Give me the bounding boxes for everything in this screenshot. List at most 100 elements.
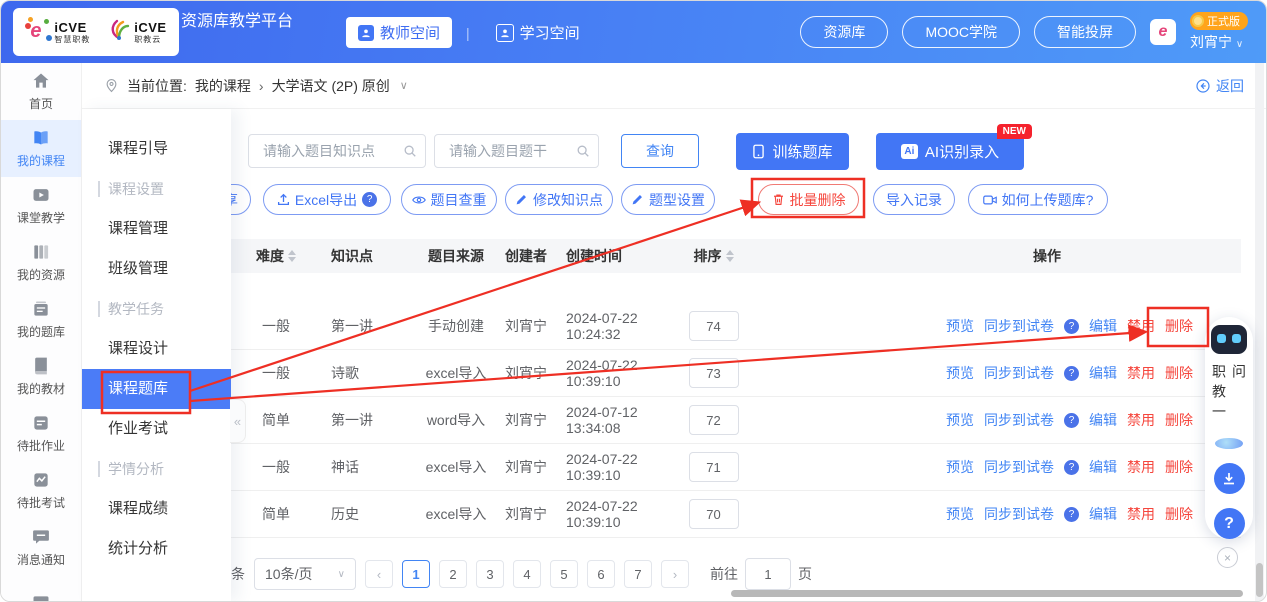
sidebar-item-pending-homework[interactable]: 待批作业 (1, 405, 81, 462)
assistant-label[interactable]: 职教一问 (1209, 364, 1249, 434)
sidebar-item-my-courses[interactable]: 我的课程 (1, 120, 81, 177)
sidebar-item-classroom-teaching[interactable]: 课堂教学 (1, 177, 81, 234)
help-button[interactable]: ? (1214, 508, 1245, 539)
sidebar-item-messages[interactable]: 消息通知 (1, 519, 81, 576)
next-page-button[interactable]: › (661, 560, 689, 588)
panel-collapse-handle[interactable]: « (230, 399, 246, 443)
submenu-course-grades[interactable]: 课程成绩 (82, 489, 231, 529)
nav-learning-space[interactable]: 学习空间 (484, 17, 592, 48)
vertical-scrollbar-track[interactable] (1255, 63, 1264, 601)
breadcrumb-parent[interactable]: 我的课程 (195, 76, 251, 96)
delete-link[interactable]: 删除 (1165, 457, 1193, 477)
query-button[interactable]: 查询 (621, 134, 699, 168)
mooc-button[interactable]: MOOC学院 (902, 16, 1020, 48)
train-bank-button[interactable]: 训练题库 (736, 133, 849, 170)
order-input[interactable] (689, 311, 739, 341)
submenu-course-design[interactable]: 课程设计 (82, 329, 231, 369)
disable-link[interactable]: 禁用 (1127, 504, 1155, 524)
order-input[interactable] (689, 358, 739, 388)
user-menu[interactable]: 刘宵宁 ∨ (1190, 32, 1243, 52)
stem-search-input[interactable] (447, 142, 576, 160)
disable-link[interactable]: 禁用 (1127, 457, 1155, 477)
preview-link[interactable]: 预览 (946, 316, 974, 336)
resource-lib-button[interactable]: 资源库 (800, 16, 888, 48)
delete-link[interactable]: 删除 (1165, 363, 1193, 383)
col-difficulty[interactable]: 难度 (231, 246, 321, 266)
submenu-class-management[interactable]: 班级管理 (82, 249, 231, 289)
edit-link[interactable]: 编辑 (1089, 457, 1117, 477)
chevron-down-icon[interactable]: ∨ (400, 79, 408, 92)
submenu-course-guide[interactable]: 课程引导 (82, 129, 231, 169)
submenu-statistics[interactable]: 统计分析 (82, 529, 231, 569)
sync-to-paper-link[interactable]: 同步到试卷 (984, 316, 1054, 336)
how-upload-button[interactable]: 如何上传题库? (968, 184, 1108, 215)
order-input[interactable] (689, 452, 739, 482)
sidebar-item-my-question-bank[interactable]: 我的题库 (1, 291, 81, 348)
col-order[interactable]: 排序 (686, 246, 741, 266)
nav-teacher-space[interactable]: 教师空间 (346, 17, 452, 48)
submenu-course-question-bank[interactable]: 课程题库 (82, 369, 231, 409)
sort-icon[interactable] (288, 250, 296, 262)
help-icon[interactable]: ? (1064, 460, 1079, 475)
page-button-2[interactable]: 2 (439, 560, 467, 588)
download-button[interactable] (1214, 463, 1245, 494)
delete-link[interactable]: 删除 (1165, 316, 1193, 336)
back-button[interactable]: 返回 (1195, 76, 1244, 96)
robot-icon[interactable] (1211, 325, 1247, 354)
page-button-7[interactable]: 7 (624, 560, 652, 588)
sidebar-item-home[interactable]: 首页 (1, 63, 81, 120)
excel-export-button[interactable]: Excel导出 ? (263, 184, 391, 215)
page-button-4[interactable]: 4 (513, 560, 541, 588)
edit-link[interactable]: 编辑 (1089, 410, 1117, 430)
dup-check-button[interactable]: 题目查重 (401, 184, 497, 215)
sort-icon[interactable] (726, 250, 734, 262)
preview-link[interactable]: 预览 (946, 410, 974, 430)
submenu-homework-exam[interactable]: 作业考试 (82, 409, 231, 449)
preview-link[interactable]: 预览 (946, 363, 974, 383)
help-icon[interactable]: ? (362, 192, 377, 207)
sidebar-item-pending-exams[interactable]: 待批考试 (1, 462, 81, 519)
page-button-6[interactable]: 6 (587, 560, 615, 588)
vertical-scrollbar-thumb[interactable] (1256, 563, 1263, 597)
preview-link[interactable]: 预览 (946, 504, 974, 524)
sync-to-paper-link[interactable]: 同步到试卷 (984, 504, 1054, 524)
disable-link[interactable]: 禁用 (1127, 316, 1155, 336)
user-avatar[interactable]: e (1150, 19, 1176, 45)
order-input[interactable] (689, 405, 739, 435)
preview-link[interactable]: 预览 (946, 457, 974, 477)
help-icon[interactable]: ? (1064, 507, 1079, 522)
knowledge-search-input[interactable] (261, 142, 403, 160)
sync-to-paper-link[interactable]: 同步到试卷 (984, 457, 1054, 477)
edit-knowledge-button[interactable]: 修改知识点 (505, 184, 613, 215)
edit-link[interactable]: 编辑 (1089, 316, 1117, 336)
import-record-button[interactable]: 导入记录 (873, 184, 955, 215)
help-icon[interactable]: ? (1064, 319, 1079, 334)
delete-link[interactable]: 删除 (1165, 504, 1193, 524)
ai-input-button[interactable]: Ai AI识别录入 NEW (876, 133, 1024, 170)
type-setting-button[interactable]: 题型设置 (621, 184, 715, 215)
breadcrumb-current-course[interactable]: 大学语文 (2P) 原创 (272, 76, 390, 96)
sync-to-paper-link[interactable]: 同步到试卷 (984, 410, 1054, 430)
page-button-1[interactable]: 1 (402, 560, 430, 588)
sidebar-item-my-resources[interactable]: 我的资源 (1, 234, 81, 291)
page-size-select[interactable]: 10条/页∨ (254, 558, 356, 590)
horizontal-scrollbar[interactable] (731, 590, 1243, 597)
help-icon[interactable]: ? (1064, 413, 1079, 428)
edit-link[interactable]: 编辑 (1089, 363, 1117, 383)
sync-to-paper-link[interactable]: 同步到试卷 (984, 363, 1054, 383)
page-button-5[interactable]: 5 (550, 560, 578, 588)
submenu-course-management[interactable]: 课程管理 (82, 209, 231, 249)
help-icon[interactable]: ? (1064, 366, 1079, 381)
page-button-3[interactable]: 3 (476, 560, 504, 588)
order-input[interactable] (689, 499, 739, 529)
edit-link[interactable]: 编辑 (1089, 504, 1117, 524)
delete-link[interactable]: 删除 (1165, 410, 1193, 430)
disable-link[interactable]: 禁用 (1127, 410, 1155, 430)
disable-link[interactable]: 禁用 (1127, 363, 1155, 383)
sidebar-item-bottom-partial[interactable] (1, 576, 81, 602)
prev-page-button[interactable]: ‹ (365, 560, 393, 588)
goto-page-input[interactable] (745, 558, 791, 590)
sidebar-item-my-textbooks[interactable]: 我的教材 (1, 348, 81, 405)
smart-cast-button[interactable]: 智能投屏 (1034, 16, 1136, 48)
batch-delete-button[interactable]: 批量删除 (758, 184, 859, 215)
